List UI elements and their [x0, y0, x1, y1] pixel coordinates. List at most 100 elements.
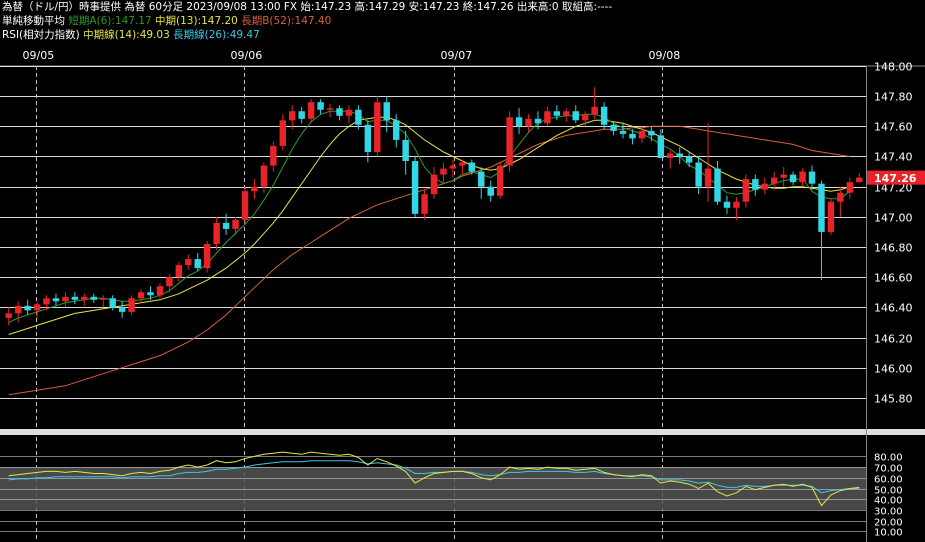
price-tick-label: 146.40 — [874, 302, 913, 315]
candle-up — [14, 305, 22, 314]
candle-down — [71, 296, 79, 300]
candle-down — [383, 102, 390, 121]
candle-up — [581, 114, 589, 121]
candle-up — [638, 130, 646, 139]
candle-down — [411, 161, 419, 214]
candle-up — [430, 174, 438, 195]
candle-up — [81, 296, 88, 300]
date-label: 09/08 — [649, 49, 681, 62]
candle-down — [685, 156, 693, 163]
candle-down — [789, 174, 797, 183]
candle-up — [270, 145, 277, 166]
candle-down — [355, 109, 362, 125]
rsi-tick-label: 10.00 — [874, 528, 903, 539]
rsi-tick-label: 30.00 — [874, 507, 903, 518]
candle-down — [553, 111, 561, 116]
candle-up — [742, 179, 750, 202]
candle-up — [166, 277, 173, 287]
candle-up — [156, 286, 164, 296]
candle-down — [468, 162, 476, 172]
candle-up — [837, 192, 844, 202]
candle-down — [118, 307, 126, 312]
price-tick-label: 148.00 — [874, 61, 913, 74]
candle-down — [657, 135, 665, 159]
candle-down — [572, 111, 579, 121]
candle-up — [251, 186, 258, 192]
candle-up — [203, 243, 211, 269]
price-tick-label: 145.80 — [874, 393, 913, 406]
ma-long-line — [8, 125, 850, 396]
date-label: 09/05 — [23, 49, 55, 62]
candle-up — [449, 165, 457, 169]
candle-down — [336, 108, 343, 116]
candle-down — [600, 106, 608, 125]
candle-up — [213, 222, 220, 244]
candle-up — [506, 117, 513, 166]
price-tick-label: 146.80 — [874, 242, 913, 255]
candle-up — [846, 182, 854, 193]
candle-down — [676, 153, 683, 157]
candle-up — [62, 296, 69, 302]
candle-up — [704, 168, 712, 187]
candle-up — [496, 165, 504, 196]
candle-down — [534, 118, 542, 124]
candle-up — [440, 168, 447, 175]
candle-up — [185, 259, 192, 266]
candle-up — [591, 106, 598, 115]
candle-down — [515, 117, 523, 127]
candle-up — [856, 177, 863, 183]
candle-down — [222, 222, 230, 229]
candle-down — [298, 111, 305, 119]
candle-down — [392, 120, 400, 140]
candle-up — [175, 265, 183, 278]
candle-up — [421, 194, 428, 214]
price-tick-label: 147.00 — [874, 212, 913, 225]
price-chart[interactable]: 148.00147.80147.60147.40147.20147.00146.… — [0, 0, 925, 542]
price-tick-label: 147.80 — [874, 91, 913, 104]
last-price-label: 147.26 — [874, 172, 917, 185]
candle-down — [109, 298, 116, 308]
candle-up — [307, 102, 315, 119]
rsi-tick-label: 80.00 — [874, 453, 903, 464]
candle-down — [478, 171, 485, 187]
price-tick-label: 147.60 — [874, 121, 913, 134]
candle-down — [752, 179, 759, 190]
candle-up — [667, 153, 674, 159]
price-tick-label: 146.20 — [874, 333, 913, 346]
candle-down — [317, 102, 324, 110]
rsi-tick-label: 70.00 — [874, 464, 903, 475]
rsi-tick-label: 40.00 — [874, 496, 903, 507]
candle-down — [629, 133, 636, 139]
candle-up — [43, 298, 50, 305]
candle-up — [289, 111, 296, 121]
candle-up — [827, 201, 835, 232]
candle-down — [648, 130, 655, 136]
price-tick-label: 146.00 — [874, 363, 913, 376]
candle-up — [733, 201, 740, 208]
candle-up — [761, 183, 768, 190]
date-label: 09/07 — [441, 49, 473, 62]
candle-up — [780, 174, 787, 178]
candle-down — [364, 124, 372, 152]
candle-up — [799, 171, 806, 183]
candle-down — [90, 296, 97, 300]
candle-up — [771, 177, 778, 184]
candle-down — [147, 292, 154, 296]
candle-up — [459, 162, 466, 166]
date-label: 09/06 — [231, 49, 263, 62]
candle-down — [818, 183, 825, 232]
candle-down — [714, 168, 721, 202]
candle-down — [695, 162, 702, 187]
candle-up — [128, 298, 135, 312]
candle-up — [260, 165, 268, 187]
candle-down — [24, 305, 31, 311]
candle-up — [137, 292, 145, 299]
price-tick-label: 146.60 — [874, 272, 913, 285]
candle-up — [279, 120, 287, 146]
candle-down — [619, 130, 627, 134]
candle-up — [33, 304, 41, 311]
candle-down — [808, 171, 816, 184]
candle-up — [326, 108, 334, 110]
candle-up — [345, 109, 353, 116]
price-tick-label: 147.40 — [874, 151, 913, 164]
